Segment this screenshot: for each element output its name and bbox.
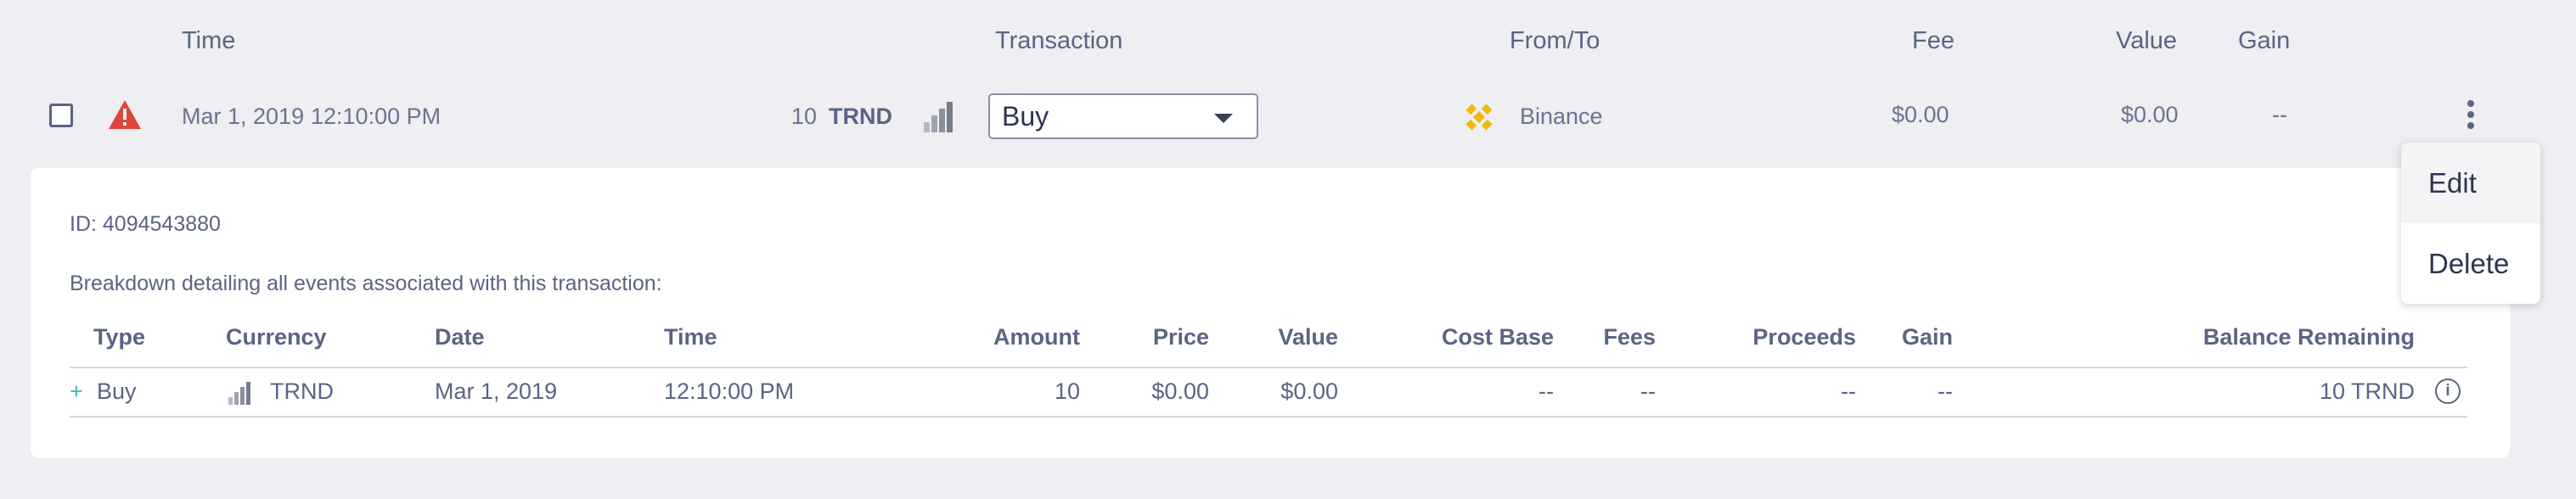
breakdown-col-fees: Fees	[1603, 324, 1656, 350]
breakdown-row-time: 12:10:00 PM	[664, 378, 795, 404]
transaction-type-value: Buy	[1002, 100, 1049, 132]
warning-icon[interactable]	[107, 98, 143, 131]
breakdown-row-cost-base: --	[1538, 378, 1554, 404]
transaction-id: ID: 4094543880	[70, 212, 221, 236]
breakdown-row-fees: --	[1640, 378, 1656, 404]
row-currency: TRND	[829, 104, 892, 129]
breakdown-row-sign: +	[70, 378, 83, 404]
col-header-fee: Fee	[1912, 27, 1954, 54]
breakdown-row-gain: --	[1938, 378, 1953, 404]
breakdown-header-divider	[70, 367, 2467, 368]
breakdown-row-currency: TRND	[270, 378, 334, 404]
row-gain: --	[2272, 102, 2287, 127]
breakdown-col-price: Price	[1152, 324, 1209, 350]
breakdown-col-date: Date	[435, 324, 485, 350]
row-exchange: Binance	[1520, 104, 1603, 129]
row-date: Mar 1, 2019	[182, 104, 305, 129]
row-select-checkbox[interactable]	[49, 104, 73, 127]
transaction-detail-panel	[31, 168, 2510, 458]
breakdown-row-price: $0.00	[1151, 378, 1209, 404]
breakdown-row-balance-remaining: 10 TRND	[2319, 378, 2415, 404]
breakdown-col-cost-base: Cost Base	[1441, 324, 1554, 350]
breakdown-row-type: Buy	[97, 378, 137, 404]
row-amount: 10	[791, 104, 818, 129]
breakdown-col-value: Value	[1278, 324, 1338, 350]
breakdown-col-type: Type	[93, 324, 146, 350]
breakdown-description: Breakdown detailing all events associate…	[70, 272, 662, 295]
row-time: 12:10:00 PM	[311, 104, 442, 129]
binance-icon	[1465, 104, 1493, 131]
breakdown-col-balance-remaining: Balance Remaining	[2202, 324, 2415, 350]
breakdown-col-currency: Currency	[226, 324, 327, 350]
kebab-menu-icon[interactable]	[2461, 100, 2481, 134]
info-icon[interactable]: i	[2435, 378, 2461, 404]
col-header-time: Time	[182, 27, 236, 54]
row-value: $0.00	[2121, 102, 2179, 127]
trnd-coin-icon	[924, 102, 953, 132]
delete-menu-item[interactable]: Delete	[2401, 223, 2540, 304]
breakdown-col-time: Time	[664, 324, 717, 350]
trnd-coin-icon	[228, 382, 250, 405]
breakdown-col-gain: Gain	[1901, 324, 1953, 350]
row-actions-menu: Edit Delete	[2401, 143, 2540, 304]
col-header-value: Value	[2116, 27, 2178, 54]
breakdown-row-amount: 10	[1054, 378, 1080, 404]
breakdown-row-value: $0.00	[1280, 378, 1338, 404]
chevron-down-icon	[1214, 114, 1233, 123]
col-header-gain: Gain	[2238, 27, 2291, 54]
breakdown-col-proceeds: Proceeds	[1752, 324, 1856, 350]
col-header-transaction: Transaction	[995, 27, 1123, 54]
breakdown-row-proceeds: --	[1841, 378, 1856, 404]
row-fee: $0.00	[1892, 102, 1949, 127]
breakdown-col-amount: Amount	[993, 324, 1080, 350]
col-header-from-to: From/To	[1510, 27, 1600, 54]
transaction-type-select[interactable]: Buy	[988, 93, 1258, 139]
breakdown-row-divider	[70, 416, 2467, 418]
breakdown-row-date: Mar 1, 2019	[435, 378, 558, 404]
edit-menu-item[interactable]: Edit	[2401, 143, 2540, 223]
